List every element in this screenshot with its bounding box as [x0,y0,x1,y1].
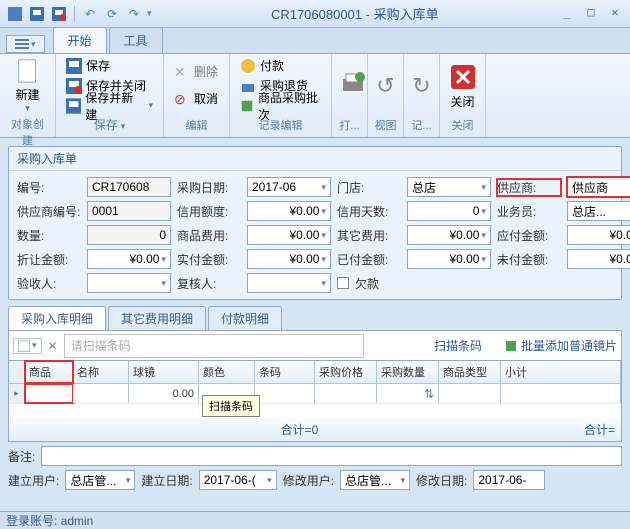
note-field[interactable] [41,446,622,466]
delete-button[interactable]: ✕删除 [170,62,222,81]
title-bar: ↶ ⟳ ↷ ▾ CR1706080001 - 采购入库单 _ □ ✕ [0,0,630,28]
tab-tools[interactable]: 工具 [109,27,163,53]
detail-grid: 商品 名称 球镜 颜色 条码 采购价格 采购数量 商品类型 小计 ▸ 0.00 … [8,361,622,442]
credit-days-field[interactable]: 0▾ [407,201,491,221]
scan-input[interactable]: 请扫描条码 [64,334,364,358]
discount-field[interactable]: ¥0.00▾ [87,249,171,269]
bulk-add-link[interactable]: 批量添加普通镜片 [504,337,617,354]
no-field: CR170608 [87,177,171,197]
panel-title: 采购入库单 [9,147,621,171]
col-subtotal[interactable]: 小计 [501,361,621,383]
ribbon-tabs: ▾ 开始 工具 [0,28,630,54]
col-color[interactable]: 颜色 [199,361,255,383]
col-qty[interactable]: 采购数量 [377,361,439,383]
close-window-button[interactable]: ✕ [606,5,624,23]
date-field[interactable]: 2017-06▾ [247,177,331,197]
window-title: CR1706080001 - 采购入库单 [152,4,558,23]
col-name[interactable]: 名称 [73,361,129,383]
reviewer-field[interactable]: ▾ [247,273,331,293]
close-button[interactable]: 关闭 [446,56,479,116]
receiver-field[interactable]: ▾ [87,273,171,293]
form-panel: 采购入库单 编号:CR170608 采购日期:2017-06▾ 门店:总店▾ 供… [8,146,622,300]
app-menu-icon[interactable] [6,5,24,23]
redo-icon[interactable]: ↷ [125,5,143,23]
add-row-button[interactable]: ▾ [13,338,42,354]
subtab-pay[interactable]: 付款明细 [208,306,282,330]
scan-label: 扫描条码 [434,337,482,354]
supplier-field[interactable]: 供应商▾ [567,177,630,197]
save-button[interactable]: 保存 [62,56,157,75]
sales-field[interactable]: 总店...▾ [567,201,630,221]
col-price[interactable]: 采购价格 [315,361,377,383]
create-date-field[interactable]: 2017-06-(▾ [199,470,277,490]
status-bar: 登录账号: admin [0,511,630,529]
print-button[interactable] [338,56,368,116]
actual-field[interactable]: ¥0.00▾ [247,249,331,269]
row-indicator-icon: ▸ [9,384,25,403]
subtab-other[interactable]: 其它费用明细 [108,306,206,330]
detail-toolbar: ▾ ✕ 请扫描条码 扫描条码 批量添加普通镜片 [8,331,622,361]
view-button[interactable]: ↺ [374,56,397,116]
grid-footer: 合计=0 合计= [9,418,621,441]
refresh-icon[interactable]: ⟳ [103,5,121,23]
owe-checkbox[interactable] [337,277,349,289]
col-sphere[interactable]: 球镜 [129,361,199,383]
maximize-button[interactable]: □ [582,5,600,23]
credit-field[interactable]: ¥0.00▾ [247,201,331,221]
col-barcode[interactable]: 条码 [255,361,315,383]
subtab-detail[interactable]: 采购入库明细 [8,306,106,330]
store-field[interactable]: 总店▾ [407,177,491,197]
mod-date-field[interactable]: 2017-06- [473,470,545,490]
scan-tooltip: 扫描条码 [202,395,260,417]
tab-start[interactable]: 开始 [53,27,107,53]
view-menu-button[interactable]: ▾ [6,35,45,53]
pay-button[interactable]: 付款 [236,56,325,75]
undo-icon[interactable]: ↶ [81,5,99,23]
batch-button[interactable]: 商品采购批次 [236,96,325,115]
login-account: 登录账号: admin [6,512,93,529]
save-close-icon[interactable] [50,5,68,23]
col-type[interactable]: 商品类型 [439,361,501,383]
ribbon: 新建▾ 对象创建 保存 保存并关闭 保存并新建▾ 保存 ▾ ✕删除 ⊘取消 编辑… [0,54,630,138]
create-user-field[interactable]: 总店管...▾ [65,470,135,490]
new-button[interactable]: 新建▾ [6,56,49,116]
supplier-no-field: 0001 [87,201,171,221]
mod-user-field[interactable]: 总店管...▾ [340,470,410,490]
due-field[interactable]: ¥0.00▾ [567,225,630,245]
save-icon[interactable] [28,5,46,23]
goods-fee-field[interactable]: ¥0.00▾ [247,225,331,245]
log-button[interactable]: ↻ [410,56,433,116]
other-fee-field[interactable]: ¥0.00▾ [407,225,491,245]
paid-field[interactable]: ¥0.00▾ [407,249,491,269]
qty-field: 0 [87,225,171,245]
cancel-button[interactable]: ⊘取消 [170,89,222,108]
quick-access-toolbar: ↶ ⟳ ↷ ▾ [6,5,152,23]
minimize-button[interactable]: _ [558,5,576,23]
unpaid-field[interactable]: ¥0.00▾ [567,249,630,269]
col-product[interactable]: 商品 [25,361,73,383]
table-row[interactable]: ▸ 0.00 ⇅ [9,384,621,404]
detail-tabs: 采购入库明细 其它费用明细 付款明细 [8,306,622,331]
content-area: 采购入库单 编号:CR170608 采购日期:2017-06▾ 门店:总店▾ 供… [0,138,630,511]
save-new-button[interactable]: 保存并新建▾ [62,96,157,115]
delete-row-button[interactable]: ✕ [48,339,58,353]
